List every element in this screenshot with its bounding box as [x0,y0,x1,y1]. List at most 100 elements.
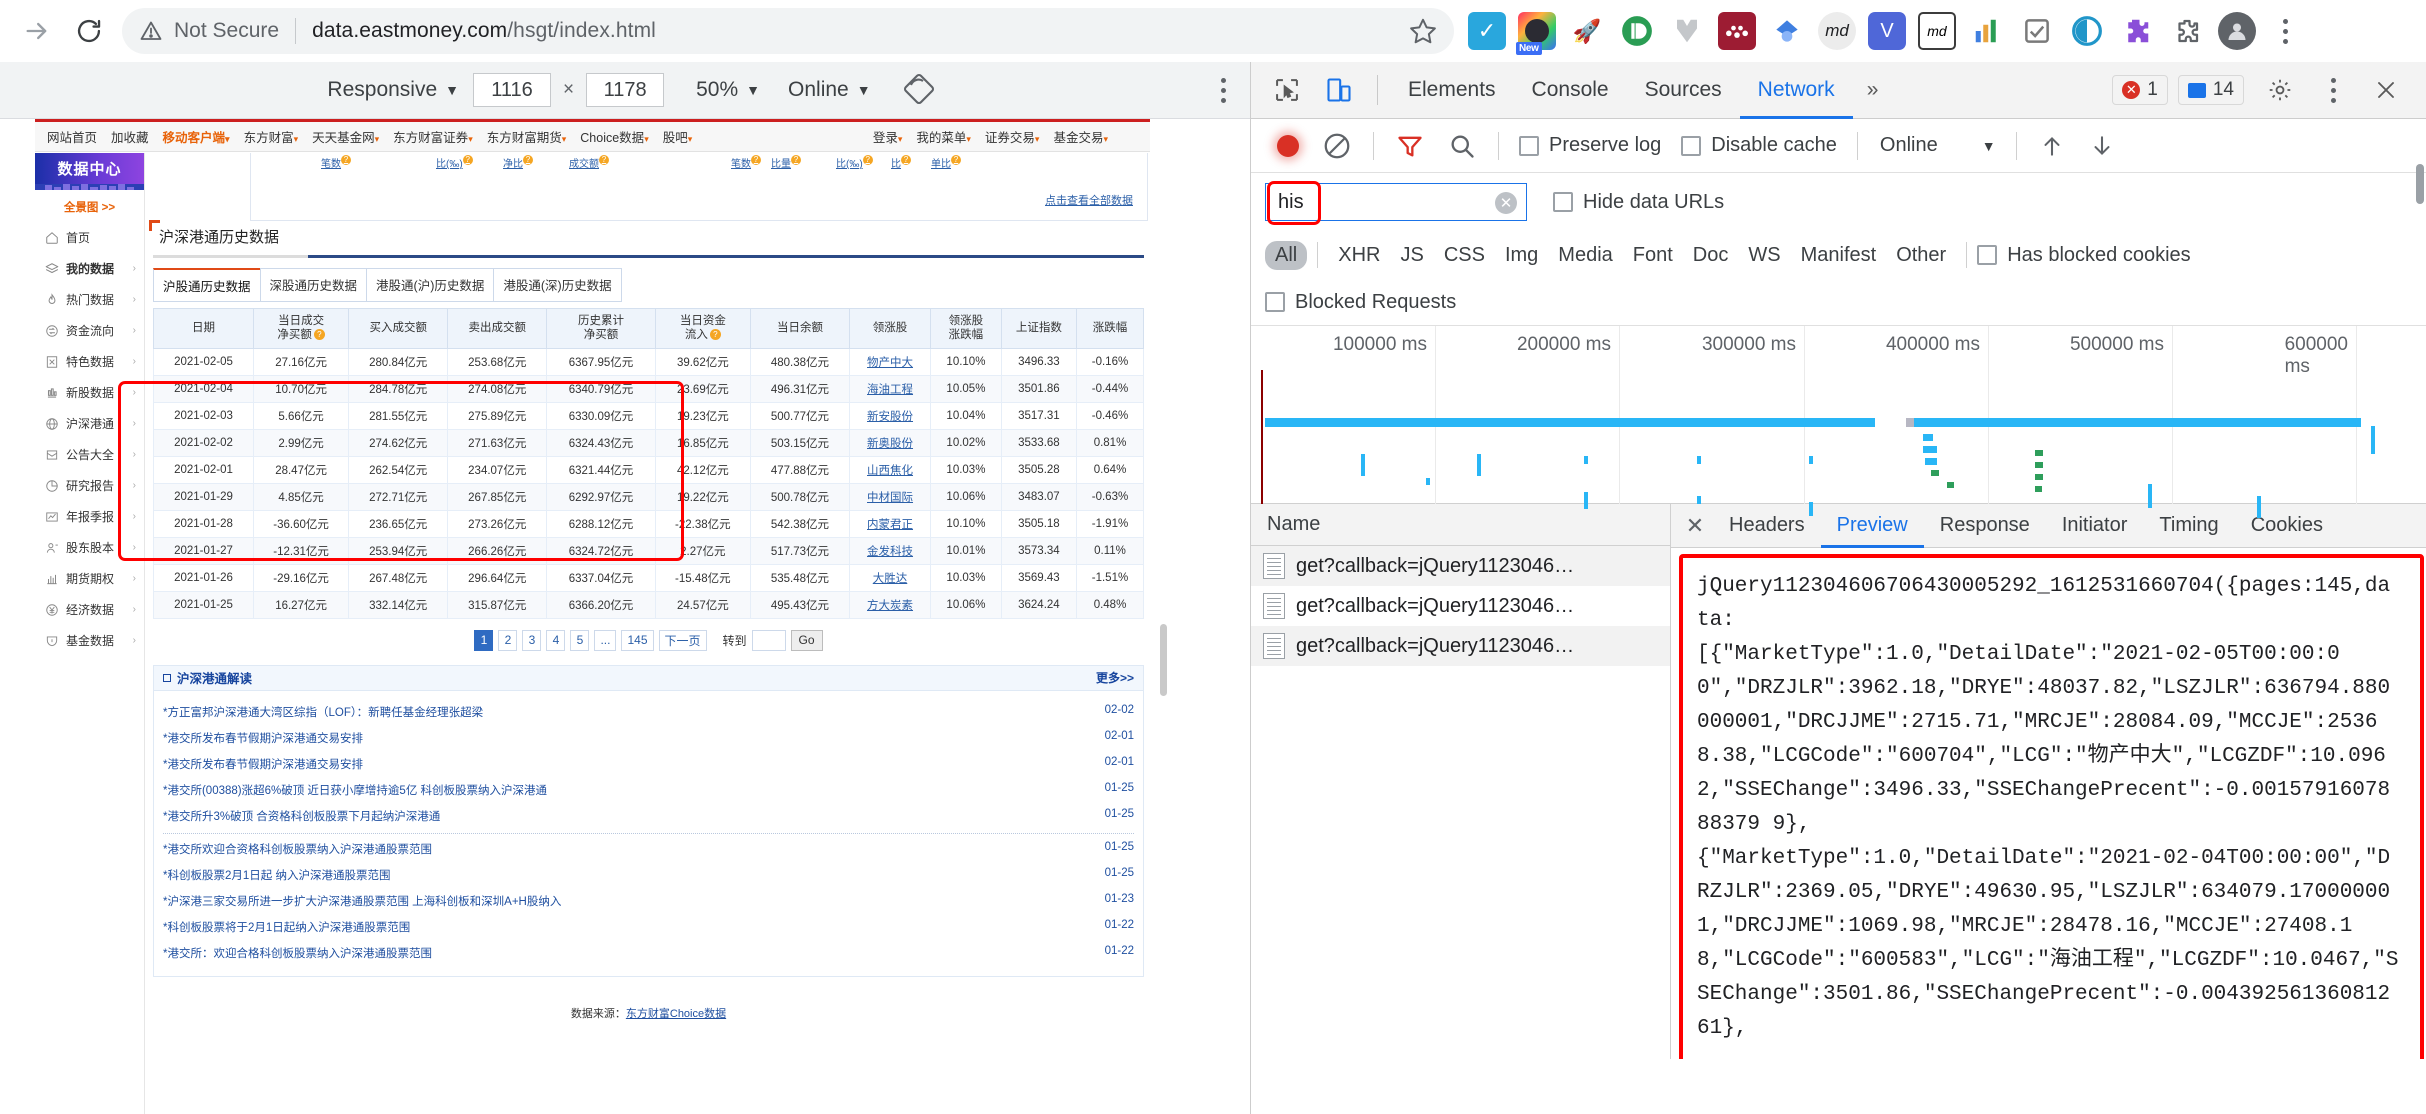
vimium-extension-icon[interactable]: V [1868,12,1906,50]
todoist-extension-icon[interactable]: ✓ [1468,12,1506,50]
sidebar-item-5[interactable]: 新股数据 › [35,377,144,408]
resource-filter-js[interactable]: JS [1390,241,1433,270]
column-header-1[interactable]: 当日成交 净买额? [252,308,350,349]
sidebar-item-3[interactable]: 资金流向 › [35,315,144,346]
chart-extension-icon[interactable] [1968,12,2006,50]
profile-avatar[interactable] [2218,12,2256,50]
resource-filter-css[interactable]: CSS [1434,241,1495,270]
request-row-2[interactable]: get?callback=jQuery1123046… [1251,626,1670,666]
blocked-requests-checkbox[interactable]: Blocked Requests [1265,291,1456,314]
site-nav-item-1[interactable]: 加收藏 [111,127,149,146]
site-nav-item-2[interactable]: 证券交易▾ [985,127,1040,146]
cell-lead-stock[interactable]: 方大炭素 [848,590,932,619]
nimbus-screenshot-extension-icon[interactable]: New [1516,12,1556,55]
detail-tab-response[interactable]: Response [1924,504,2046,548]
network-timeline-overview[interactable]: 100000 ms 200000 ms 300000 ms 400000 ms … [1251,325,2426,518]
clear-network-log-icon[interactable] [1320,129,1354,163]
page-button-2[interactable]: 3 [522,629,542,651]
devtools-kebab-icon[interactable] [2316,77,2350,103]
search-icon[interactable] [1445,129,1479,163]
puzzle-purple-extension-icon[interactable] [2118,12,2156,50]
throttling-dropdown-caret[interactable]: ▼ [1982,138,1996,154]
news-item-3[interactable]: *科创板股票将于2月1日起纳入沪深港通股票范围 01-22 [163,914,1134,940]
column-header-8[interactable]: 领涨股 涨跌幅 [930,308,1002,349]
detail-tab-preview[interactable]: Preview [1821,504,1924,548]
cell-lead-stock[interactable]: 新安股份 [848,401,932,430]
sidebar-item-4[interactable]: 特色数据 › [35,346,144,377]
news-item-3[interactable]: *港交所(00388)涨超6%破顶 近日获小摩增持逾5亿 科创板股票纳入沪深港通… [163,777,1134,803]
page-button-6[interactable]: 145 [621,629,654,651]
sidebar-item-11[interactable]: 期货期权 › [35,563,144,594]
sidebar-item-12[interactable]: 经济数据 › [35,594,144,625]
resource-filter-ws[interactable]: WS [1738,241,1790,270]
bookmark-star-icon[interactable] [1408,16,1438,46]
site-nav-item-0[interactable]: 登录▾ [873,127,903,146]
sidebar-item-10[interactable]: 股东股本 › [35,532,144,563]
resource-filter-all[interactable]: All [1265,240,1308,270]
site-nav-item-4[interactable]: 天天基金网▾ [312,127,379,146]
sidebar-item-1[interactable]: 我的数据 › [35,253,144,284]
column-header-10[interactable]: 涨跌幅 [1075,308,1145,349]
hide-data-urls-checkbox[interactable]: Hide data URLs [1553,191,1724,214]
column-header-4[interactable]: 历史累计 净买额 [546,308,656,349]
site-nav-item-8[interactable]: 股吧▾ [663,127,693,146]
sidebar-item-0[interactable]: 首页 [35,222,144,253]
devtools-tab-elements[interactable]: Elements [1390,62,1514,119]
detail-tab-initiator[interactable]: Initiator [2046,504,2144,548]
cell-lead-stock[interactable]: 新奥股份 [848,428,932,457]
reload-icon[interactable] [66,8,112,54]
warnings-counter[interactable]: 14 [2177,75,2244,105]
request-row-0[interactable]: get?callback=jQuery1123046… [1251,546,1670,586]
omnibox[interactable]: Not Secure data.eastmoney.com/hsgt/index… [122,8,1454,54]
page-button-4[interactable]: 5 [570,629,590,651]
tab-1[interactable]: 深股通历史数据 [259,268,367,302]
sidebar-item-9[interactable]: 年报季报 › [35,501,144,532]
column-header-7[interactable]: 领涨股 [848,308,932,349]
site-nav-item-7[interactable]: Choice数据▾ [580,127,648,146]
panorama-link[interactable]: 全景图 >> [35,190,144,222]
network-throttling-select[interactable]: Online [1880,134,1938,157]
column-header-2[interactable]: 买入成交额 [348,308,449,349]
export-har-icon[interactable] [2085,129,2119,163]
issues-counter[interactable]: ✕ 1 [2112,75,2168,105]
filter-funnel-icon[interactable] [1393,129,1427,163]
device-select[interactable]: Responsive ▼ [313,78,473,102]
help-icon[interactable]: ? [313,329,325,341]
cell-lead-stock[interactable]: 中材国际 [848,482,932,511]
news-item-0[interactable]: *方正富邦沪深港通大湾区综指（LOF）：新聘任基金经理张超梁 02-02 [163,699,1134,725]
viewport-height-input[interactable]: 1178 [586,73,665,107]
page-button-0[interactable]: 1 [474,629,494,651]
preview-pane[interactable]: jQuery112304606706430005292_161253166070… [1671,548,2426,1059]
news-more-link[interactable]: 更多>> [1096,669,1134,686]
site-nav-item-3[interactable]: 基金交易▾ [1053,127,1108,146]
clear-filter-icon[interactable]: ✕ [1495,192,1517,214]
go-button[interactable]: Go [790,629,823,651]
news-item-0[interactable]: *港交所欢迎合资格科创板股票纳入沪深港通股票范围 01-25 [163,836,1134,862]
sidebar-item-7[interactable]: 公告大全 › [35,439,144,470]
site-nav-item-2[interactable]: 移动客户端▾ [163,127,230,146]
sidebar-item-2[interactable]: 热门数据 › [35,284,144,315]
resource-filter-doc[interactable]: Doc [1683,241,1739,270]
checkmark-extension-icon[interactable] [2018,12,2056,50]
tab-3[interactable]: 港股通(深)历史数据 [493,268,622,302]
filter-input[interactable]: his [1265,183,1527,221]
site-nav-item-6[interactable]: 东方财富期货▾ [487,127,567,146]
circle-extension-icon[interactable] [2068,12,2106,50]
source-link[interactable]: 东方财富Choice数据 [626,1008,726,1020]
news-item-2[interactable]: *港交所发布春节假期沪深港通交易安排 02-01 [163,751,1134,777]
cell-lead-stock[interactable]: 金发科技 [848,536,932,565]
detail-tab-timing[interactable]: Timing [2143,504,2234,548]
settings-gear-icon[interactable] [2260,70,2300,110]
devtools-tab-network[interactable]: Network [1740,62,1853,119]
page-button-5[interactable]: ... [594,629,617,651]
resource-filter-media[interactable]: Media [1548,241,1622,270]
column-header-5[interactable]: 当日资金 流入? [654,308,751,349]
column-header-6[interactable]: 当日余额 [749,308,850,349]
site-nav-item-5[interactable]: 东方财富证券▾ [393,127,473,146]
resource-filter-manifest[interactable]: Manifest [1791,241,1887,270]
pushbullet-extension-icon[interactable] [1618,12,1656,50]
cell-lead-stock[interactable]: 大胜达 [848,563,932,592]
detail-tab-headers[interactable]: Headers [1713,504,1821,548]
resource-filter-xhr[interactable]: XHR [1328,241,1390,270]
has-blocked-cookies-checkbox[interactable]: Has blocked cookies [1977,244,2191,267]
